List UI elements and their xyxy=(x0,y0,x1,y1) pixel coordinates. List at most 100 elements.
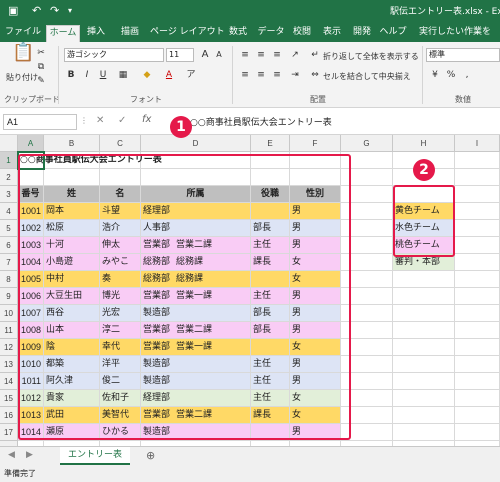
merge-center-icon[interactable]: ⇔ xyxy=(308,68,322,82)
row-header[interactable]: 14 xyxy=(0,373,18,390)
column-header[interactable]: H xyxy=(393,135,455,152)
row-header[interactable]: 6 xyxy=(0,237,18,254)
indent-icon[interactable]: ⇥ xyxy=(288,68,302,82)
tab-11[interactable]: 実行したい作業を xyxy=(410,25,500,42)
tab-4[interactable]: ページ レイアウト xyxy=(150,25,225,42)
cell[interactable] xyxy=(455,271,500,288)
cell[interactable] xyxy=(455,288,500,305)
cell[interactable] xyxy=(455,237,500,254)
redo-icon[interactable]: ↷ xyxy=(50,4,59,18)
align-top-icon[interactable]: ≡ xyxy=(238,48,252,62)
row-header[interactable]: 3 xyxy=(0,186,18,203)
column-header[interactable]: E xyxy=(251,135,290,152)
cell[interactable] xyxy=(393,305,455,322)
cell[interactable] xyxy=(393,407,455,424)
cell[interactable] xyxy=(455,254,500,271)
cell[interactable] xyxy=(455,169,500,186)
name-box[interactable]: A1 xyxy=(3,114,77,130)
cell[interactable] xyxy=(393,271,455,288)
row-header[interactable]: 12 xyxy=(0,339,18,356)
column-header[interactable]: G xyxy=(341,135,393,152)
column-header[interactable]: C xyxy=(100,135,141,152)
font-color-icon[interactable]: A xyxy=(162,68,176,82)
formula-input[interactable]: ○○商事社員駅伝大会エントリー表 xyxy=(190,115,332,128)
format-painter-icon[interactable]: ✎ xyxy=(34,74,48,88)
cell[interactable] xyxy=(455,186,500,203)
tab-0[interactable]: ファイル xyxy=(4,25,42,42)
cell[interactable] xyxy=(393,339,455,356)
cell[interactable] xyxy=(455,220,500,237)
orientation-icon[interactable]: ↗ xyxy=(288,48,302,62)
save-icon[interactable]: ▣ xyxy=(8,4,18,18)
cell[interactable] xyxy=(393,288,455,305)
tab-5[interactable]: 数式 xyxy=(222,25,254,42)
font-name-select[interactable]: 游ゴシック xyxy=(64,48,164,62)
wrap-text-button[interactable]: 折り返して全体を表示する xyxy=(323,51,419,62)
cell[interactable] xyxy=(455,356,500,373)
row-header[interactable]: 5 xyxy=(0,220,18,237)
cell[interactable] xyxy=(455,424,500,441)
cell[interactable] xyxy=(393,356,455,373)
column-header[interactable]: D xyxy=(141,135,251,152)
number-format-select[interactable]: 標準 xyxy=(426,48,500,62)
row-header[interactable]: 4 xyxy=(0,203,18,220)
borders-icon[interactable]: ▦ xyxy=(116,68,130,82)
align-left-icon[interactable]: ≡ xyxy=(238,68,252,82)
row-header[interactable]: 17 xyxy=(0,424,18,441)
next-sheet-icon[interactable]: ▶ xyxy=(26,450,33,460)
italic-icon[interactable]: I xyxy=(80,68,94,82)
cell[interactable] xyxy=(393,373,455,390)
row-header[interactable]: 10 xyxy=(0,305,18,322)
column-header[interactable]: I xyxy=(455,135,500,152)
row-header[interactable]: 8 xyxy=(0,271,18,288)
cell[interactable] xyxy=(455,373,500,390)
cell[interactable] xyxy=(455,305,500,322)
undo-icon[interactable]: ↶ xyxy=(32,4,41,18)
comma-icon[interactable]: , xyxy=(460,68,474,82)
align-right-icon[interactable]: ≡ xyxy=(270,68,284,82)
column-header[interactable]: F xyxy=(290,135,341,152)
tab-8[interactable]: 表示 xyxy=(318,25,346,42)
customize-qat-icon[interactable]: ▾ xyxy=(68,4,72,18)
cell[interactable] xyxy=(393,390,455,407)
cell[interactable] xyxy=(393,424,455,441)
cell[interactable] xyxy=(455,322,500,339)
accounting-format-icon[interactable]: ¥ xyxy=(428,68,442,82)
row-header[interactable]: 7 xyxy=(0,254,18,271)
fill-color-icon[interactable]: ◆ xyxy=(140,68,154,82)
enter-icon[interactable]: ✓ xyxy=(118,115,126,126)
column-header[interactable]: A xyxy=(18,135,44,152)
tab-2[interactable]: 挿入 xyxy=(82,25,110,42)
tab-3[interactable]: 描画 xyxy=(112,25,148,42)
wrap-text-icon[interactable]: ↵ xyxy=(308,48,322,62)
prev-sheet-icon[interactable]: ◀ xyxy=(8,450,15,460)
merge-center-button[interactable]: セルを結合して中央揃え xyxy=(323,71,411,82)
insert-function-icon[interactable]: fx xyxy=(142,114,151,125)
phonetic-icon[interactable]: ア xyxy=(184,68,198,82)
percent-icon[interactable]: % xyxy=(444,68,458,82)
copy-icon[interactable]: ⧉ xyxy=(34,60,48,74)
align-bottom-icon[interactable]: ≡ xyxy=(270,48,284,62)
cell[interactable] xyxy=(455,152,500,169)
row-header[interactable]: 16 xyxy=(0,407,18,424)
bold-icon[interactable]: B xyxy=(64,68,78,82)
cancel-icon[interactable]: ✕ xyxy=(96,115,104,126)
align-center-icon[interactable]: ≡ xyxy=(254,68,268,82)
row-header[interactable]: 2 xyxy=(0,169,18,186)
cut-icon[interactable]: ✂ xyxy=(34,46,48,60)
align-middle-icon[interactable]: ≡ xyxy=(254,48,268,62)
cell[interactable] xyxy=(455,339,500,356)
select-all-corner[interactable] xyxy=(0,135,18,152)
column-header[interactable]: B xyxy=(44,135,100,152)
increase-font-icon[interactable]: A xyxy=(198,48,212,62)
row-header[interactable]: 15 xyxy=(0,390,18,407)
row-header[interactable]: 13 xyxy=(0,356,18,373)
decrease-font-icon[interactable]: A xyxy=(212,48,226,62)
paste-icon[interactable]: 📋 xyxy=(12,44,34,68)
row-header[interactable]: 1 xyxy=(0,152,18,169)
tab-1[interactable]: ホーム xyxy=(46,25,80,42)
add-sheet-icon[interactable]: ⊕ xyxy=(146,449,155,462)
row-header[interactable]: 9 xyxy=(0,288,18,305)
cell[interactable] xyxy=(455,390,500,407)
font-size-select[interactable]: 11 xyxy=(166,48,194,62)
